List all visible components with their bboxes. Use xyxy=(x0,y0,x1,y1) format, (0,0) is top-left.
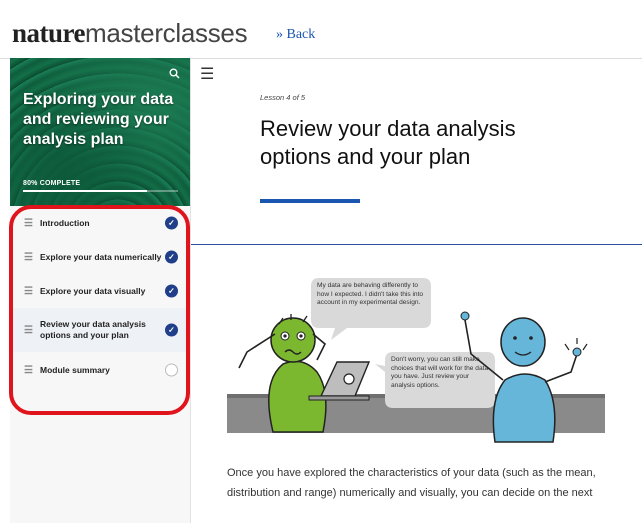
progress-fill xyxy=(23,190,147,192)
course-progress: 80% COMPLETE xyxy=(23,180,178,192)
list-icon: ☰ xyxy=(24,217,33,229)
speech-bubble-right-text: Don't worry, you can still make choices … xyxy=(391,356,489,389)
check-icon: ✓ xyxy=(165,323,178,337)
brand-logo[interactable]: naturemasterclasses xyxy=(12,17,248,49)
lesson-label: Introduction xyxy=(40,217,90,228)
progress-track xyxy=(23,190,178,192)
lesson-item-module-summary[interactable]: ☰ Module summary xyxy=(10,352,190,388)
lesson-label: Module summary xyxy=(40,364,110,375)
lesson-label: Review your data analysis options and yo… xyxy=(40,319,146,340)
lesson-label: Explore your data visually xyxy=(40,285,146,296)
lesson-number: Lesson 4 of 5 xyxy=(260,93,306,102)
lesson-list: ☰ Introduction ✓ ☰ Explore your data num… xyxy=(10,206,190,388)
lesson-item-explore-visually[interactable]: ☰ Explore your data visually ✓ xyxy=(10,274,190,308)
search-icon[interactable] xyxy=(169,68,180,82)
section-divider xyxy=(191,244,642,245)
lesson-item-review-options[interactable]: ☰ Review your data analysis options and … xyxy=(10,308,190,352)
empty-circle-icon xyxy=(165,363,178,377)
check-icon: ✓ xyxy=(165,284,178,298)
lesson-item-explore-numerically[interactable]: ☰ Explore your data numerically ✓ xyxy=(10,240,190,274)
lesson-illustration: My data are behaving differently to how … xyxy=(227,278,605,443)
course-hero: Exploring your data and reviewing your a… xyxy=(10,58,190,206)
list-icon: ☰ xyxy=(24,364,33,376)
title-underline xyxy=(260,199,360,203)
course-sidebar: Exploring your data and reviewing your a… xyxy=(10,58,191,523)
lesson-title: Review your data analysis options and yo… xyxy=(260,116,516,169)
lesson-item-introduction[interactable]: ☰ Introduction ✓ xyxy=(10,206,190,240)
top-bar: naturemasterclasses » Back xyxy=(0,0,642,59)
progress-label: 80% COMPLETE xyxy=(23,180,81,187)
course-title: Exploring your data and reviewing your a… xyxy=(23,91,174,148)
lesson-content: Lesson 4 of 5 Review your data analysis … xyxy=(191,58,642,523)
speech-bubble-left-text: My data are behaving differently to how … xyxy=(317,282,424,306)
lesson-body-text: Once you have explored the characteristi… xyxy=(227,467,596,499)
list-icon: ☰ xyxy=(24,285,33,297)
list-icon: ☰ xyxy=(24,324,33,336)
check-icon: ✓ xyxy=(165,216,178,230)
check-icon: ✓ xyxy=(165,250,178,264)
back-link[interactable]: » Back xyxy=(276,27,315,43)
brand-bold: nature xyxy=(12,18,86,48)
lesson-label: Explore your data numerically xyxy=(40,251,162,262)
brand-light: masterclasses xyxy=(85,18,248,48)
list-icon: ☰ xyxy=(24,251,33,263)
